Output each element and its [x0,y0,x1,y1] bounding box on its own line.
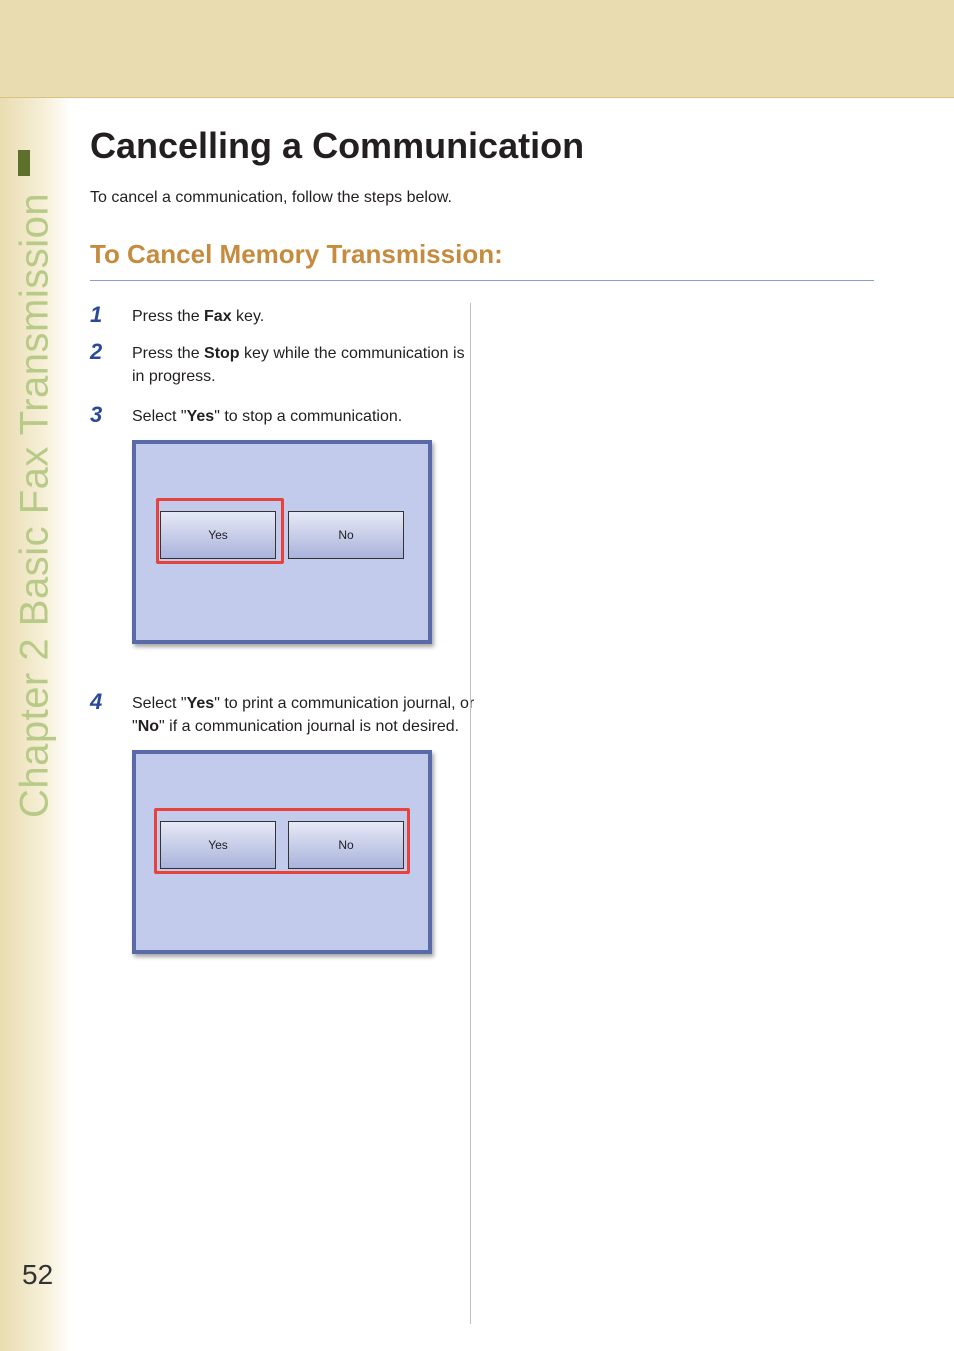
intro-text: To cancel a communication, follow the st… [90,189,874,207]
highlight-box-yes [156,498,284,564]
dialog-screenshot-1: Yes No [132,440,432,644]
text-segment: " to stop a communication. [214,408,402,425]
screenshot-panel-1-wrap: Yes No [132,440,432,644]
step-text: Press the Stop key while the communicati… [132,340,480,388]
left-column: 1 Press the Fax key. 2 Press the Stop ke… [90,303,480,954]
column-divider [470,303,471,1324]
chapter-sidebar-label: Chapter 2 Basic Fax Transmission [10,178,60,818]
two-column-area: 1 Press the Fax key. 2 Press the Stop ke… [90,303,874,954]
chapter-tab-marker [18,150,30,176]
text-bold: Stop [204,345,240,362]
section-title: To Cancel Memory Transmission: [90,239,874,270]
no-button[interactable]: No [288,511,404,559]
step-3: 3 Select "Yes" to stop a communication. [90,403,480,428]
text-segment: Press the [132,345,204,362]
manual-page: Chapter 2 Basic Fax Transmission Cancell… [0,0,954,1351]
header-rule [0,97,954,98]
step-number: 2 [90,340,132,364]
step-1: 1 Press the Fax key. [90,303,480,328]
text-bold: No [138,718,159,735]
main-content: Cancelling a Communication To cancel a c… [90,110,874,1000]
step-number: 1 [90,303,132,327]
text-bold: Fax [204,308,232,325]
step-4: 4 Select "Yes" to print a communication … [90,690,480,738]
dialog-screenshot-2: Yes No [132,750,432,954]
text-bold: Yes [187,408,215,425]
text-segment: " if a communication journal is not desi… [159,718,459,735]
step-text: Press the Fax key. [132,303,264,328]
text-segment: Select " [132,408,187,425]
text-bold: Yes [187,695,215,712]
header-band [0,0,954,97]
highlight-box-both [154,808,410,874]
step-number: 4 [90,690,132,714]
step-text: Select "Yes" to print a communication jo… [132,690,480,738]
text-segment: key. [232,308,265,325]
step-number: 3 [90,403,132,427]
step-2: 2 Press the Stop key while the communica… [90,340,480,388]
step-text: Select "Yes" to stop a communication. [132,403,402,428]
page-title: Cancelling a Communication [90,125,874,167]
screenshot-panel-2-wrap: Yes No [132,750,432,954]
page-number: 52 [22,1259,53,1291]
text-segment: Press the [132,308,204,325]
section-rule [90,280,874,281]
text-segment: Select " [132,695,187,712]
